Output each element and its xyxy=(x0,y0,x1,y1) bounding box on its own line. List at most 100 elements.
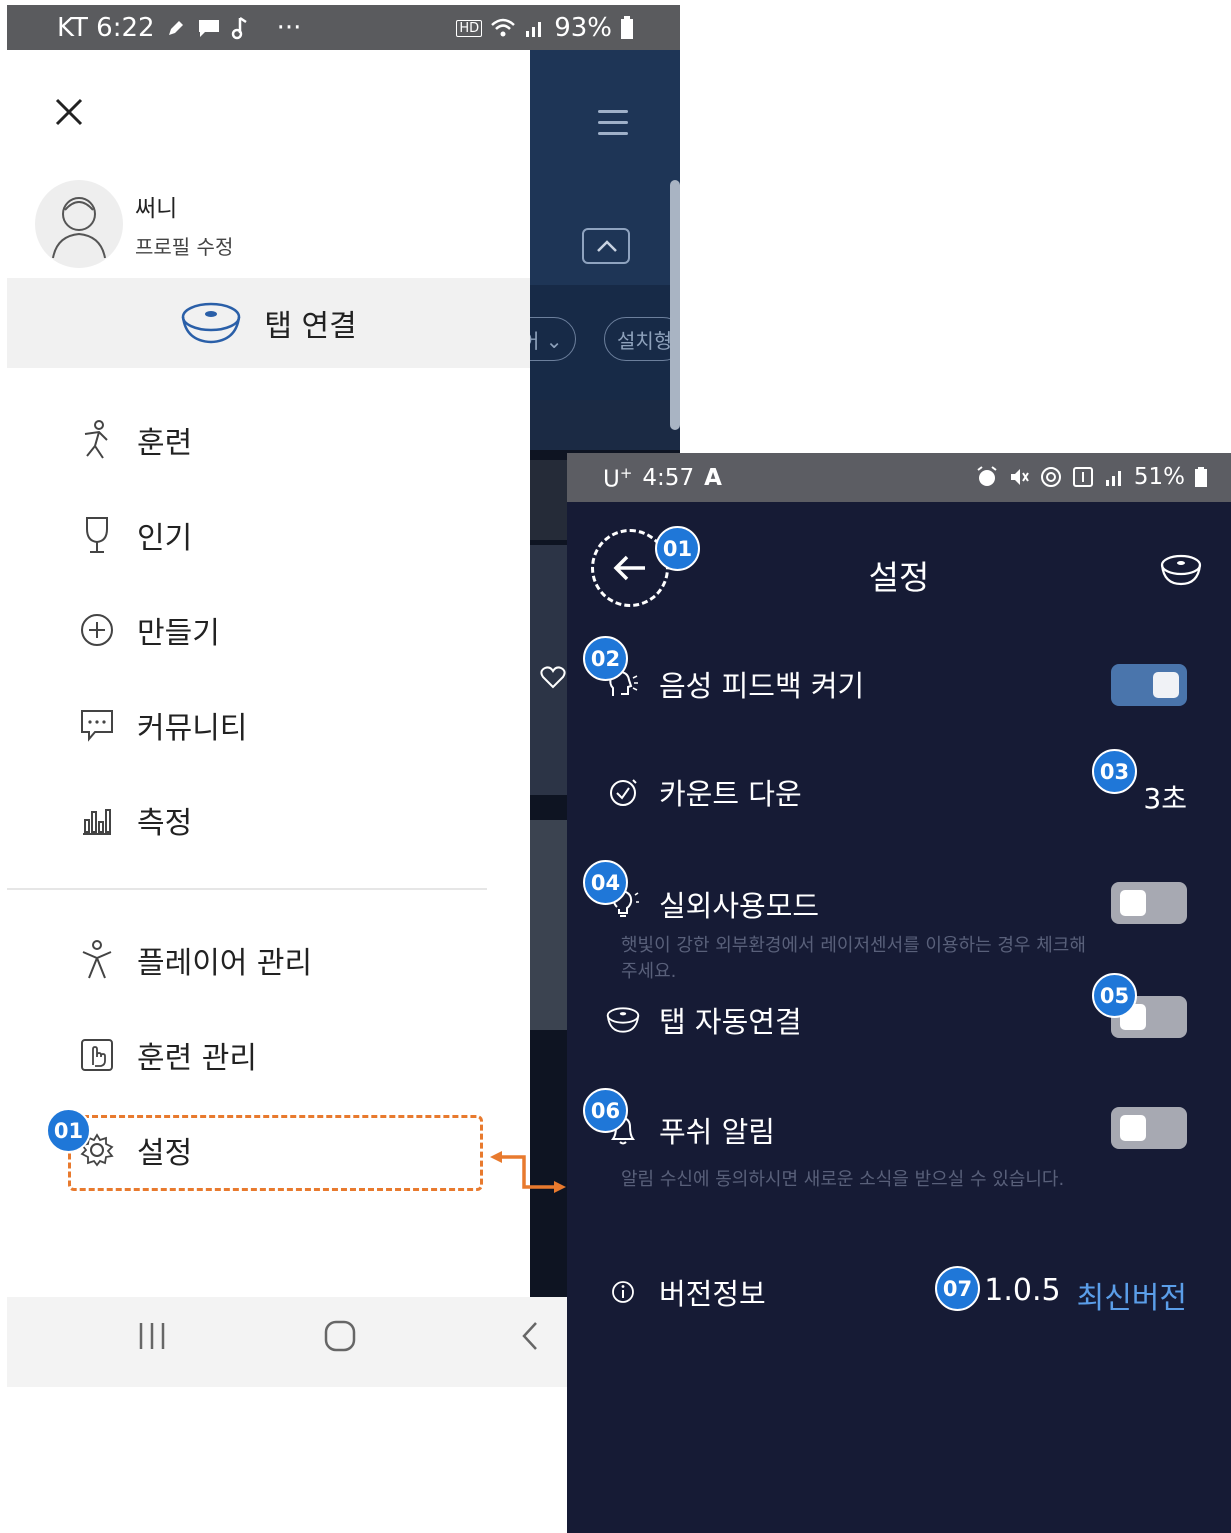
outdoor-mode-toggle[interactable] xyxy=(1111,882,1187,924)
trophy-icon xyxy=(86,517,108,553)
back-nav-icon[interactable] xyxy=(519,1319,541,1353)
tap-connect-button[interactable]: 탭 연결 xyxy=(7,278,530,368)
menu-label: 훈련 관리 xyxy=(137,1041,257,1076)
menu-item-training-manage[interactable]: 훈련 관리 xyxy=(77,1033,257,1077)
message-icon xyxy=(198,20,219,37)
auto-connect-label: 탭 자동연결 xyxy=(659,1005,802,1039)
status-bar: U+ 4:57 A 51% xyxy=(567,453,1231,502)
countdown-label: 카운트 다운 xyxy=(659,777,802,811)
menu-label: 인기 xyxy=(137,521,193,556)
filter-bar: 어 ⌄ 설치형 xyxy=(508,285,680,400)
version-info: 1.0.5 최신버전 xyxy=(984,1273,1187,1317)
step-badge: 05 xyxy=(1092,973,1137,1018)
outdoor-mode-row: 실외사용모드 xyxy=(605,883,819,925)
battery-percent: 93% xyxy=(554,13,612,43)
push-notification-toggle[interactable] xyxy=(1111,1107,1187,1149)
heart-icon[interactable] xyxy=(540,665,566,689)
menu-item-community[interactable]: 커뮤니티 xyxy=(77,703,247,747)
close-icon[interactable] xyxy=(51,94,87,130)
avatar[interactable] xyxy=(35,180,123,268)
chevron-up-icon xyxy=(597,240,617,252)
chat-icon xyxy=(81,710,113,742)
battery-percent: 51% xyxy=(1133,464,1185,490)
settings-highlight-frame xyxy=(68,1115,483,1191)
filter-chip[interactable]: 설치형 xyxy=(604,317,680,361)
status-time: 4:57 xyxy=(642,465,695,492)
step-badge: 03 xyxy=(1092,749,1137,794)
outdoor-mode-description: 햇빛이 강한 외부환경에서 레이저센서를 이용하는 경우 체크해주세요. xyxy=(621,935,1086,982)
battery-icon xyxy=(621,16,633,39)
recent-apps-icon[interactable] xyxy=(137,1319,167,1353)
network-5g-icon xyxy=(1072,467,1093,487)
scroll-thumb[interactable] xyxy=(670,180,680,430)
hotspot-icon xyxy=(1040,467,1061,487)
tap-device-icon[interactable] xyxy=(1159,553,1203,587)
tap-device-icon xyxy=(182,302,241,344)
menu-item-create[interactable]: 만들기 xyxy=(77,608,220,652)
menu-label: 훈련 xyxy=(137,426,193,461)
avatar-placeholder-icon xyxy=(52,197,106,259)
step-badge: 04 xyxy=(583,860,628,905)
signal-icon xyxy=(526,22,542,37)
auto-connect-row: 탭 자동연결 xyxy=(605,999,802,1041)
touch-hand-icon xyxy=(81,1039,113,1071)
tap-device-icon xyxy=(606,1007,640,1033)
pen-icon xyxy=(168,21,183,35)
push-notification-description: 알림 수신에 동의하시면 새로운 소식을 받으실 수 있습니다. xyxy=(621,1169,1065,1190)
status-carrier: U+ xyxy=(603,464,633,493)
push-notification-row: 푸쉬 알림 xyxy=(605,1109,775,1151)
menu-item-measure[interactable]: 측정 xyxy=(77,798,192,842)
player-icon xyxy=(82,940,112,979)
music-note-icon xyxy=(231,16,247,40)
countdown-row[interactable]: 카운트 다운 xyxy=(605,771,802,813)
runner-icon xyxy=(84,420,108,459)
step-badge: 07 xyxy=(935,1266,980,1311)
version-status: 최신버전 xyxy=(1076,1281,1187,1316)
alarm-icon xyxy=(977,466,997,486)
menu-item-training[interactable]: 훈련 xyxy=(77,418,192,462)
menu-item-player-manage[interactable]: 플레이어 관리 xyxy=(77,938,312,982)
collapse-button[interactable] xyxy=(582,228,630,264)
voice-feedback-label: 음성 피드백 켜기 xyxy=(659,669,865,703)
profile-section[interactable]: 써니 프로필 수정 xyxy=(35,180,233,268)
status-more-dots: ··· xyxy=(276,13,302,43)
step-badge: 06 xyxy=(583,1088,628,1133)
hd-badge: HD xyxy=(456,19,483,37)
profile-edit-link[interactable]: 프로필 수정 xyxy=(135,231,233,260)
signal-icon xyxy=(1105,471,1121,486)
battery-icon xyxy=(1195,467,1207,487)
countdown-value[interactable]: 3초 xyxy=(1143,777,1187,817)
voice-feedback-row: 음성 피드백 켜기 xyxy=(605,663,864,705)
menu-label: 측정 xyxy=(137,806,193,841)
mute-icon xyxy=(1010,469,1029,485)
hamburger-icon[interactable] xyxy=(598,110,628,140)
connector-arrow xyxy=(490,1151,566,1193)
menu-label: 만들기 xyxy=(137,616,220,651)
version-row: 버전정보 xyxy=(605,1271,766,1313)
timer-icon xyxy=(610,779,637,806)
navigation-drawer: 써니 프로필 수정 탭 연결 훈련 인기 만들기 커뮤니티 측정 플레이어 관리… xyxy=(7,50,530,1300)
outdoor-mode-label: 실외사용모드 xyxy=(659,889,820,923)
wifi-icon xyxy=(491,18,516,37)
step-badge: 02 xyxy=(583,636,628,681)
voice-feedback-toggle[interactable] xyxy=(1111,664,1187,706)
tap-connect-label: 탭 연결 xyxy=(264,309,357,344)
menu-label: 플레이어 관리 xyxy=(137,946,313,981)
push-notification-label: 푸쉬 알림 xyxy=(659,1115,775,1149)
add-circle-icon xyxy=(81,614,113,646)
status-carrier-time: KT 6:22 xyxy=(57,13,155,43)
home-icon[interactable] xyxy=(323,1319,357,1353)
version-number: 1.0.5 xyxy=(984,1273,1061,1308)
step-badge: 01 xyxy=(46,1108,91,1153)
menu-item-popular[interactable]: 인기 xyxy=(77,513,192,557)
status-app-letter: A xyxy=(704,465,722,492)
info-icon xyxy=(612,1281,634,1303)
background-header xyxy=(530,50,680,285)
menu-label: 커뮤니티 xyxy=(137,711,248,746)
divider xyxy=(7,888,487,890)
version-label: 버전정보 xyxy=(659,1277,766,1311)
profile-name: 써니 xyxy=(135,195,178,222)
status-bar: KT 6:22 ··· HD 93% xyxy=(7,5,680,50)
step-badge: 01 xyxy=(655,526,700,571)
bar-chart-icon xyxy=(83,809,111,835)
